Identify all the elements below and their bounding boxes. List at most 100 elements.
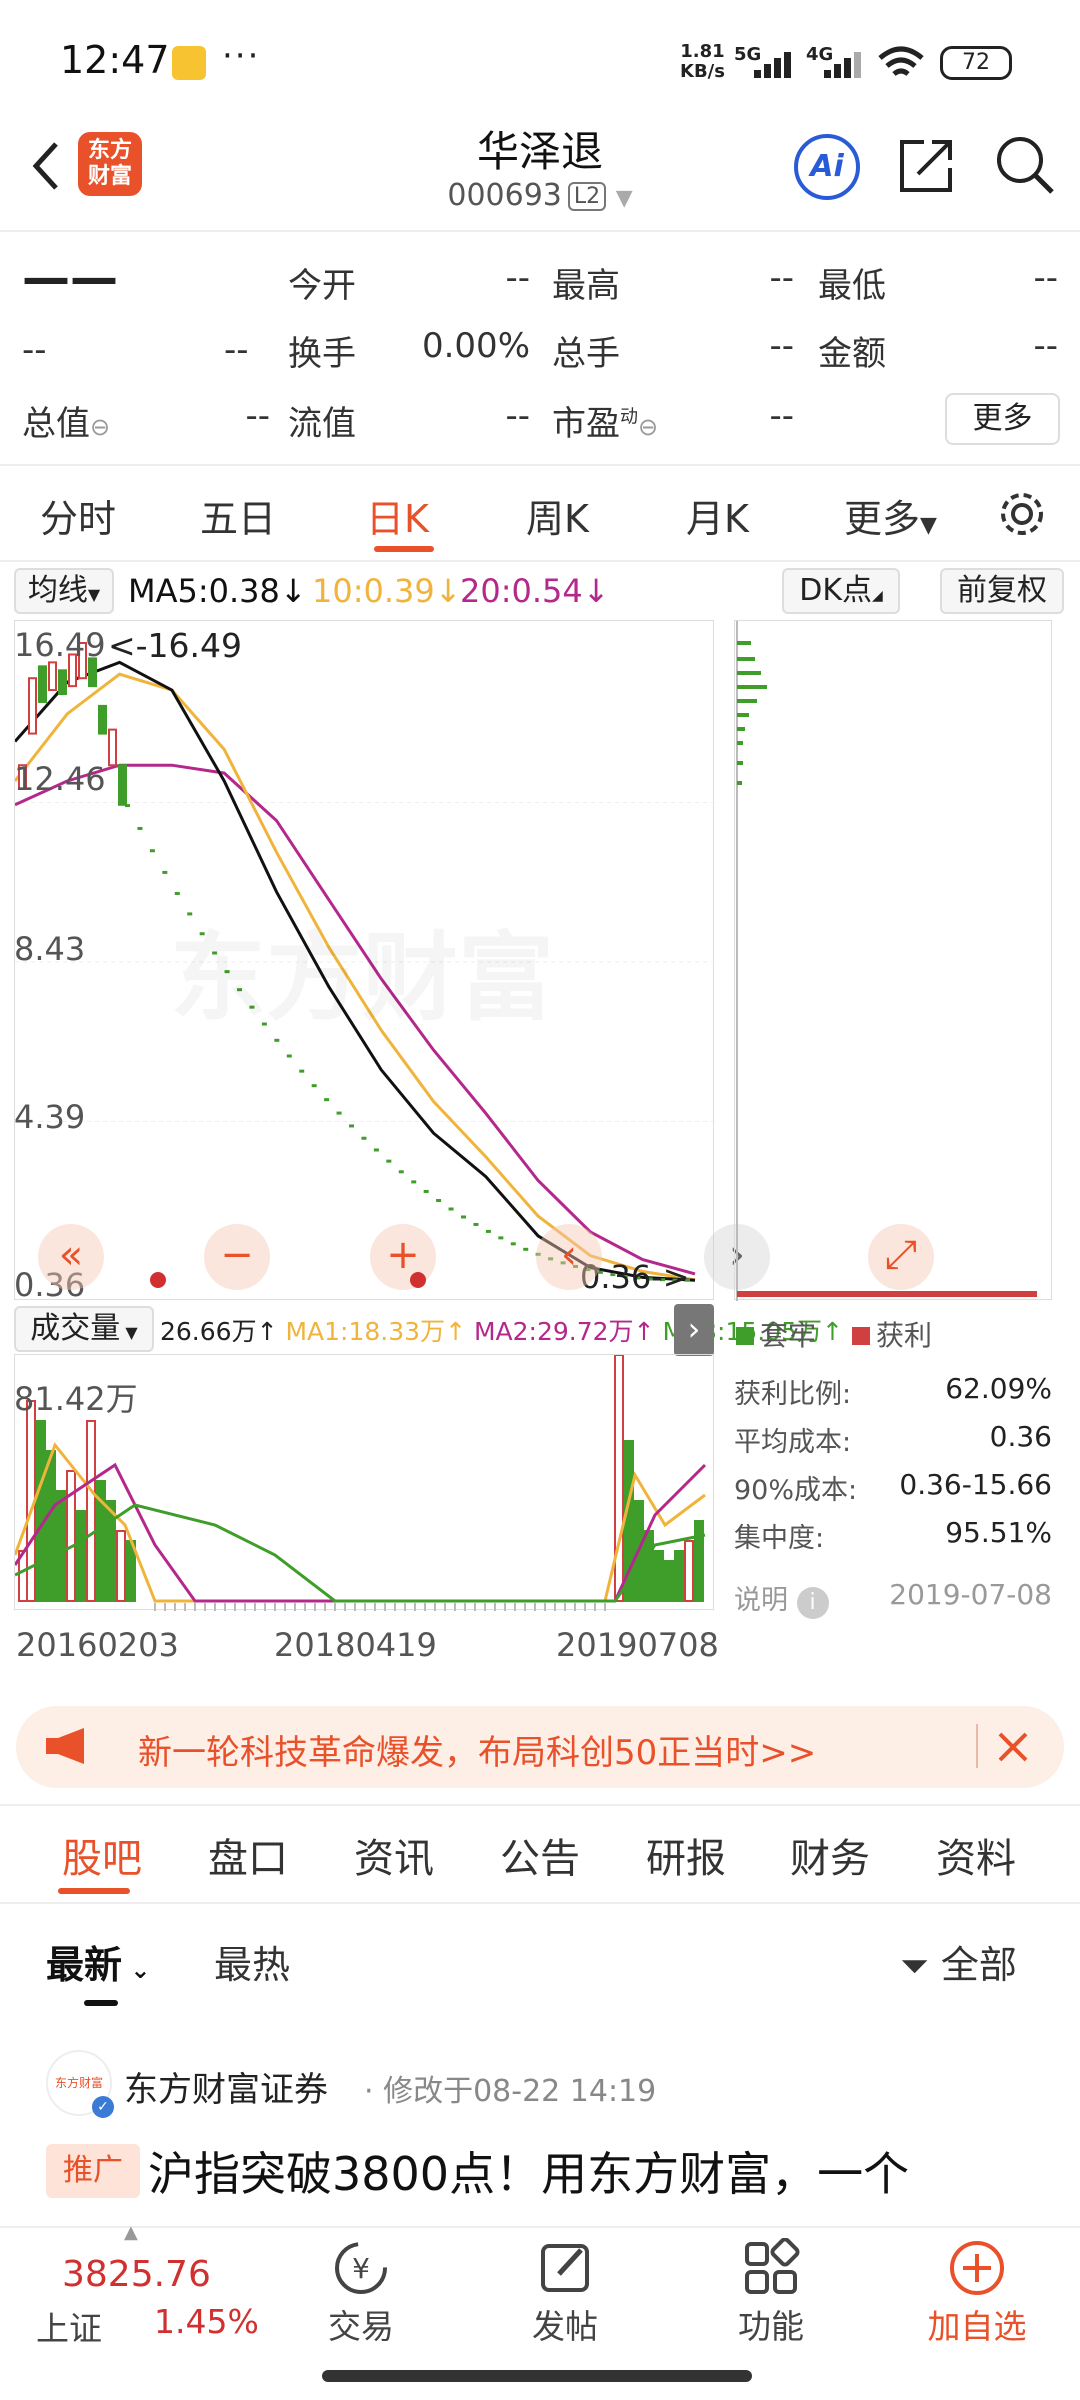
high-label: 最高 bbox=[552, 266, 620, 306]
pe-label[interactable]: 市盈动⊖ bbox=[552, 396, 658, 445]
post-author[interactable]: 东方财富证券 bbox=[124, 2062, 328, 2111]
cost90-label: 90%成本: bbox=[734, 1475, 858, 1506]
nav-add-watchlist[interactable]: 加自选 bbox=[912, 2238, 1042, 2348]
nav-trade[interactable]: ¥ 交易 bbox=[296, 2238, 426, 2348]
event-marker-dot-2[interactable] bbox=[410, 1272, 426, 1288]
stock-code: 000693 bbox=[447, 178, 562, 213]
verified-badge-icon: ✓ bbox=[92, 2096, 114, 2118]
close-icon[interactable] bbox=[996, 1730, 1030, 1764]
promo-banner-text[interactable]: 新一轮科技革命爆发，布局科创50正当时>> bbox=[138, 1725, 816, 1774]
price-change: -- bbox=[22, 330, 47, 370]
post-title[interactable]: 沪指突破3800点！用东方财富，一个 bbox=[148, 2138, 909, 2204]
expand-indicator-icon[interactable]: › bbox=[674, 1304, 714, 1356]
index-value[interactable]: 3825.76 bbox=[62, 2254, 211, 2295]
notes-app-icon bbox=[172, 46, 206, 80]
dk-point-selector[interactable]: DK点◢ bbox=[782, 568, 900, 614]
promo-tag: 推广 bbox=[46, 2144, 140, 2198]
ma10-arrow: ↓ bbox=[434, 572, 462, 610]
tab-monthly-k[interactable]: 月K bbox=[686, 488, 749, 543]
index-name[interactable]: 上证 bbox=[36, 2302, 102, 2350]
tab-five-day[interactable]: 五日 bbox=[200, 488, 276, 543]
share-icon[interactable] bbox=[894, 134, 958, 198]
candle bbox=[58, 669, 67, 696]
chip-help-label: 说明 bbox=[734, 1585, 788, 1616]
tab-daily-k[interactable]: 日K bbox=[366, 488, 429, 543]
nav-functions-label: 功能 bbox=[738, 2307, 804, 2346]
ma20-value: 20:0.54 bbox=[460, 572, 583, 610]
ai-assistant-button[interactable]: Ai bbox=[794, 134, 860, 200]
price-change-pct: -- bbox=[224, 330, 249, 370]
volume-bar bbox=[86, 1420, 96, 1602]
settings-gear-icon[interactable] bbox=[996, 488, 1048, 540]
scroll-left-far-icon[interactable]: « bbox=[38, 1224, 104, 1290]
volume-bar bbox=[46, 1450, 56, 1602]
caret-down-icon-2: ▼ bbox=[920, 513, 937, 538]
sort-latest[interactable]: 最新 ⌄ bbox=[46, 1934, 150, 1989]
zoom-in-icon[interactable]: + bbox=[370, 1224, 436, 1290]
indicator-selector[interactable]: 均线▼ bbox=[14, 568, 114, 614]
search-icon[interactable] bbox=[992, 132, 1058, 198]
chip-distribution-panel[interactable] bbox=[734, 620, 1052, 1301]
trade-yen-icon: ¥ bbox=[335, 2242, 387, 2294]
filter-button[interactable]: ⏷ 全部 bbox=[900, 1934, 1017, 1989]
more-notifications-icon: ··· bbox=[222, 36, 261, 76]
banner-divider-line bbox=[0, 1804, 1080, 1806]
volume-bar bbox=[56, 1490, 66, 1602]
index-change[interactable]: 1.45% bbox=[154, 2302, 259, 2341]
sort-indicator bbox=[84, 2000, 118, 2006]
tab-profile[interactable]: 资料 bbox=[936, 1826, 1016, 1884]
ma10-value: 10:0.39 bbox=[312, 572, 435, 610]
volume-bar bbox=[614, 1355, 624, 1602]
concentration-value: 95.51% bbox=[945, 1516, 1052, 1549]
volume-indicator-selector[interactable]: 成交量 ▼ bbox=[14, 1306, 154, 1352]
adjust-mode-button[interactable]: 前复权 bbox=[940, 568, 1064, 614]
net-speed-unit: KB/s bbox=[680, 61, 725, 82]
tab-research[interactable]: 研报 bbox=[646, 1826, 726, 1884]
nav-functions[interactable]: 功能 bbox=[706, 2237, 836, 2348]
sort-hot[interactable]: 最热 bbox=[214, 1934, 290, 1989]
last-price: —— bbox=[22, 250, 118, 306]
chip-help-button[interactable]: 说明 i bbox=[734, 1578, 829, 1619]
status-time: 12:47 bbox=[60, 38, 170, 82]
zoom-out-icon[interactable]: − bbox=[204, 1224, 270, 1290]
candle bbox=[28, 677, 37, 735]
ma5-value: MA5:0.38 bbox=[128, 572, 280, 610]
pe-label-text: 市盈 bbox=[552, 404, 620, 444]
y-tick-3: 4.39 bbox=[14, 1098, 86, 1136]
scroll-left-icon[interactable]: ‹ bbox=[536, 1224, 602, 1290]
open-label: 今开 bbox=[288, 266, 356, 306]
legend-profit: 获利 bbox=[852, 1314, 932, 1354]
market-cap-label[interactable]: 总值⊖ bbox=[22, 396, 110, 445]
chip-distribution-svg bbox=[736, 621, 1037, 1301]
tab-handicap[interactable]: 盘口 bbox=[208, 1826, 288, 1884]
volume-bar bbox=[106, 1500, 116, 1602]
tab-news[interactable]: 资讯 bbox=[354, 1826, 434, 1884]
event-marker-dot[interactable] bbox=[150, 1272, 166, 1288]
avg-cost-label: 平均成本: bbox=[734, 1427, 852, 1458]
tab-announcements[interactable]: 公告 bbox=[500, 1826, 580, 1884]
tab-guba[interactable]: 股吧 bbox=[62, 1826, 142, 1884]
vol-ma2: MA2:29.72万 bbox=[473, 1317, 634, 1346]
candle bbox=[108, 728, 117, 767]
compose-icon bbox=[541, 2244, 589, 2292]
nav-post[interactable]: 发帖 bbox=[500, 2238, 630, 2348]
active-tab-indicator bbox=[374, 546, 434, 552]
info-dots-icon: ⊖ bbox=[90, 413, 111, 441]
caret-icon: ◢ bbox=[872, 588, 883, 604]
tab-more[interactable]: 更多▼ bbox=[844, 488, 937, 543]
low-value: -- bbox=[1033, 258, 1058, 298]
chevron-down-icon: ⌄ bbox=[122, 1956, 151, 1984]
amount-label: 金额 bbox=[818, 334, 886, 374]
grid-icon bbox=[745, 2237, 800, 2294]
tab-finance[interactable]: 财务 bbox=[790, 1826, 870, 1884]
quote-divider bbox=[0, 464, 1080, 466]
profit-ratio-label: 获利比例: bbox=[734, 1379, 852, 1410]
tab-intraday[interactable]: 分时 bbox=[40, 488, 116, 543]
dk-point-label: DK点 bbox=[799, 573, 872, 608]
vol-ma1: MA1:18.33万 bbox=[285, 1317, 446, 1346]
quote-more-button[interactable]: 更多 bbox=[945, 393, 1060, 445]
market-cap-label-text: 总值 bbox=[22, 404, 90, 444]
svg-text:¥: ¥ bbox=[352, 2252, 370, 2285]
tab-weekly-k[interactable]: 周K bbox=[526, 488, 589, 543]
bottom-tab-divider bbox=[0, 1902, 1080, 1904]
